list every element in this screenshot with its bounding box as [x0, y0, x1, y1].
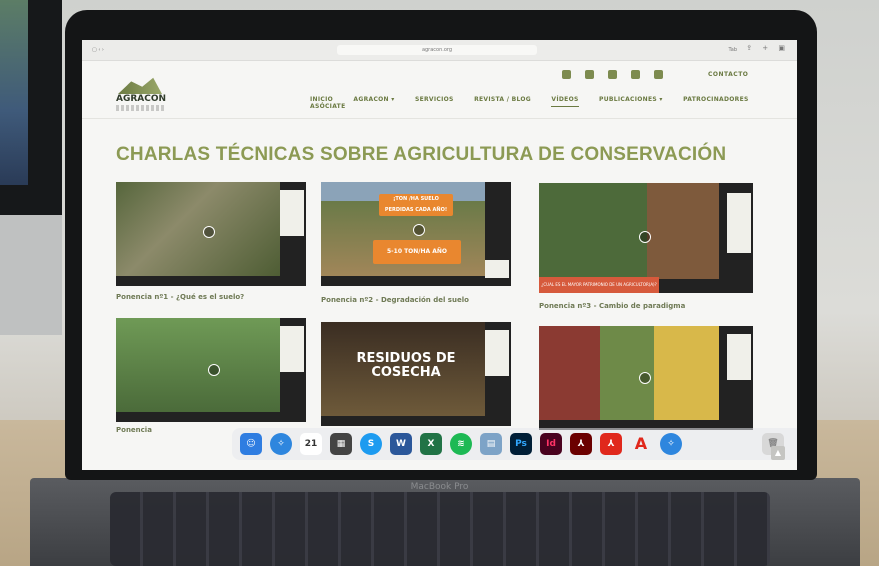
nav-videos[interactable]: VÍDEOS [551, 96, 579, 107]
logo-text: AGRACON [116, 94, 167, 104]
autocad-icon[interactable]: A [630, 433, 652, 455]
word-icon[interactable]: W [390, 433, 412, 455]
twitter-icon[interactable] [608, 70, 617, 79]
facebook-icon[interactable] [562, 70, 571, 79]
logo-sidebar [727, 334, 751, 380]
logo-sidebar [280, 190, 304, 236]
contact-link[interactable]: CONTACTO [708, 71, 748, 78]
nav-publicaciones[interactable]: PUBLICACIONES ▾ [599, 96, 663, 103]
main-nav: INICIO AGRACON ▾ SERVICIOS REVISTA / BLO… [310, 96, 797, 110]
overlay-text-1: RESIDUOS DE COSECHA [356, 351, 456, 380]
spotify-icon[interactable]: ≋ [450, 433, 472, 455]
browser-toolbar: ▢ ‹ › agracon.org Tab ⇪ + ▣ [82, 40, 797, 61]
scroll-to-top-button[interactable]: ▲ [771, 446, 785, 460]
logo-tagline [116, 105, 164, 111]
video-card-4[interactable] [116, 318, 306, 422]
nav-revista-blog[interactable]: REVISTA / BLOG [474, 96, 531, 103]
tab-label[interactable]: Tab [729, 45, 737, 55]
excel-icon[interactable]: X [420, 433, 442, 455]
header-divider [82, 118, 797, 119]
nav-inicio[interactable]: INICIO [310, 96, 333, 103]
video-card-3[interactable]: ¿CUAL ES EL MAYOR PATRIMONIO DE UN AGRIC… [539, 183, 753, 293]
video-caption-4[interactable]: Ponencia [116, 426, 152, 434]
instagram-icon[interactable] [585, 70, 594, 79]
laptop-screen: ▢ ‹ › agracon.org Tab ⇪ + ▣ AGRACON CONT… [82, 40, 797, 470]
tractor-logo-icon [118, 77, 162, 94]
video-card-5[interactable]: RESIDUOS DE COSECHA [321, 322, 511, 426]
video-thumbnail [116, 318, 280, 412]
social-links [562, 70, 677, 81]
nav-asociate[interactable]: ASÓCIATE [310, 103, 345, 110]
video-card-1[interactable] [116, 182, 306, 286]
video-caption-2[interactable]: Ponencia nº2 - Degradación del suelo [321, 296, 469, 304]
indesign-icon[interactable]: Id [540, 433, 562, 455]
logo-sidebar [485, 260, 509, 278]
video-card-6[interactable] [539, 326, 753, 430]
play-icon[interactable] [208, 364, 220, 376]
youtube-icon[interactable] [631, 70, 640, 79]
site-logo[interactable]: AGRACON [116, 76, 167, 116]
overlay-text-2: 5-10 TON/HA AÑO [373, 240, 461, 264]
video-caption-1[interactable]: Ponencia nº1 - ¿Qué es el suelo? [116, 293, 244, 301]
logo-sidebar [280, 326, 304, 372]
nav-patrocinadores[interactable]: PATROCINADORES [683, 96, 748, 103]
linkedin-icon[interactable] [654, 70, 663, 79]
logo-sidebar [727, 193, 751, 253]
nav-servicios[interactable]: SERVICIOS [415, 96, 454, 103]
logo-sidebar [485, 330, 509, 376]
photoshop-icon[interactable]: Ps [510, 433, 532, 455]
play-icon[interactable] [639, 372, 651, 384]
overlay-text-1: ¡TON /HA SUELO PERDIDAS CADA AÑO! [379, 194, 453, 216]
calendar-icon[interactable]: 21 [300, 433, 322, 455]
acrobat-reader-icon[interactable]: ⅄ [600, 433, 622, 455]
background-monitor-screen [0, 0, 28, 185]
finder-icon[interactable]: ☺ [240, 433, 262, 455]
video-caption-3[interactable]: Ponencia nº3 - Cambio de paradigma [539, 302, 685, 310]
laptop-brand-label: MacBook Pro [410, 482, 469, 492]
video-card-2[interactable]: ¡TON /HA SUELO PERDIDAS CADA AÑO! 5-10 T… [321, 182, 511, 286]
skype-icon[interactable]: S [360, 433, 382, 455]
toolbar-icons[interactable]: ⇪ + ▣ [746, 44, 789, 52]
play-icon[interactable] [639, 231, 651, 243]
calculator-icon[interactable]: ▦ [330, 433, 352, 455]
safari-icon-2[interactable]: ✧ [660, 433, 682, 455]
nav-agracon[interactable]: AGRACON ▾ [353, 96, 394, 103]
macos-dock: ☺ ✧ 21 ▦ S W X ≋ ▤ Ps Id ⅄ ⅄ A ✧ 🗑 [232, 428, 797, 460]
overlay-text-1: ¿CUAL ES EL MAYOR PATRIMONIO DE UN AGRIC… [539, 277, 659, 293]
address-bar[interactable]: agracon.org [337, 45, 537, 55]
safari-icon[interactable]: ✧ [270, 433, 292, 455]
background-monitor [0, 0, 62, 215]
video-thumbnail [539, 183, 719, 279]
video-thumbnail [116, 182, 280, 276]
video-thumbnail [539, 326, 719, 420]
keyboard [110, 492, 770, 566]
monitor-stand [0, 215, 62, 335]
acrobat-icon[interactable]: ⅄ [570, 433, 592, 455]
preview-icon[interactable]: ▤ [480, 433, 502, 455]
window-controls[interactable]: ▢ ‹ › [92, 47, 104, 53]
page-title: CHARLAS TÉCNICAS SOBRE AGRICULTURA DE CO… [116, 144, 727, 165]
play-icon[interactable] [203, 226, 215, 238]
play-icon[interactable] [413, 224, 425, 236]
